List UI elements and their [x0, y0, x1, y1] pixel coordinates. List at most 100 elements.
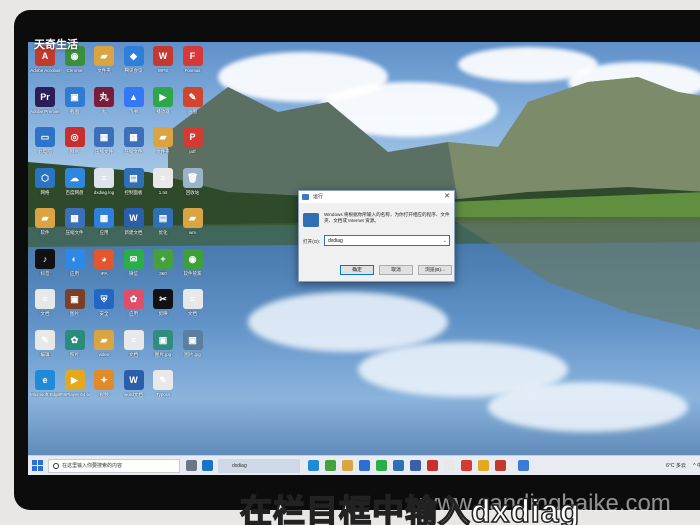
desktop-icon[interactable]: ✂ 剪映	[148, 289, 178, 329]
desktop-icon[interactable]: ▦ 压缩文件	[89, 127, 119, 167]
desktop-icon-label: 图片	[70, 311, 79, 316]
app-icon: +	[153, 248, 173, 269]
desktop-icon[interactable]: 丸丸	[89, 86, 119, 127]
desktop-icon[interactable]: ☁ 百度网盘	[60, 167, 90, 208]
desktop-icon[interactable]: ▰ 文件夹	[148, 127, 178, 167]
desktop-icon[interactable]: A Adobe Acrobat	[30, 46, 60, 86]
run-command-input[interactable]: dxdiag ⌄	[324, 235, 450, 246]
desktop-icon[interactable]: Pr Adobe Premiere	[30, 86, 60, 127]
run-description: Windows 将根据你所输入的名称，为你打开相应的程序、文件夹、文档或 Int…	[324, 212, 450, 223]
app-icon[interactable]	[478, 460, 489, 471]
app-icon: ≡	[35, 289, 55, 309]
desktop-icon[interactable]: Ppdf	[178, 127, 208, 167]
desktop-icon[interactable]: ≡ 1.txt	[148, 167, 178, 208]
app-icon: ▦	[94, 127, 114, 147]
desktop-icon[interactable]: ≡ 文档	[119, 329, 149, 370]
start-button[interactable]	[32, 460, 43, 471]
desktop-icon[interactable]: ▦ 压缩文件	[119, 127, 149, 167]
desktop-icon[interactable]: ▤ 优化	[148, 208, 178, 248]
desktop-icon[interactable]: ▶ 播放器	[148, 86, 178, 127]
app-icon: ▣	[64, 289, 85, 309]
system-tray: 6°C 多云 ^ 中	[666, 456, 700, 475]
tray-indicators[interactable]: ^ 中	[693, 463, 700, 469]
desktop-icon[interactable]: ▰ video	[89, 329, 119, 370]
desktop-icon[interactable]: ▣ 图片.jpg	[148, 329, 178, 370]
desktop-icon[interactable]: ▦ 压缩文件	[60, 208, 90, 248]
desktop-icon[interactable]: ✿ 照片	[60, 329, 90, 370]
desktop-icon[interactable]: ▭ 此电脑	[30, 127, 60, 167]
taskbar-search-box[interactable]: 在这里输入你要搜索的内容	[48, 459, 180, 473]
desktop-icon[interactable]: ◐ 应用	[60, 248, 90, 289]
ok-button[interactable]: 确定	[340, 265, 374, 275]
app-icon[interactable]	[518, 460, 529, 471]
taskbar-run-window[interactable]: dxdiag	[218, 459, 300, 473]
edge-taskbar-icon[interactable]	[202, 460, 213, 471]
desktop-icon[interactable]: ▰ 软件	[30, 208, 60, 248]
taskbar: 在这里输入你要搜索的内容 dxdiag 6°C 多云 ^ 中	[28, 455, 700, 475]
app-icon: ▦	[64, 208, 85, 228]
desktop-icon[interactable]: ⛨ 安全	[89, 289, 119, 329]
desktop-icon[interactable]: 🗑 回收站	[178, 167, 208, 208]
desktop-icon[interactable]: ▣ 截图	[60, 86, 90, 127]
app-icon[interactable]	[495, 460, 506, 471]
desktop-icon[interactable]: ▣ 图片.jpg	[178, 329, 208, 370]
app-icon[interactable]	[393, 460, 404, 471]
desktop-icon[interactable]: ♪ 抖音	[30, 248, 60, 289]
desktop-icon[interactable]: ✿ 应用	[119, 289, 149, 329]
desktop-icon-label: 播放器	[156, 108, 170, 114]
desktop-icon[interactable]: W 新建文档	[119, 208, 149, 248]
desktop-icon[interactable]: F Foxmail	[178, 46, 208, 86]
edge-icon[interactable]	[308, 460, 319, 471]
weather-label[interactable]: 6°C 多云	[666, 463, 686, 469]
desktop-icon[interactable]: ◕ IPA	[89, 248, 119, 289]
cancel-button[interactable]: 取消	[379, 265, 413, 275]
desktop-icon[interactable]: ✎ 画图	[178, 86, 208, 127]
desktop-icon[interactable]: Wword文档	[119, 370, 149, 410]
desktop-icon[interactable]: ✎ 编辑	[30, 329, 60, 370]
desktop-icon[interactable]: ◉ 软件管家	[178, 248, 208, 289]
desktop-icon[interactable]: ✉ 微信	[119, 248, 149, 289]
browser-icon[interactable]	[325, 460, 336, 471]
app-icon: 🗑	[182, 167, 203, 188]
desktop-icon[interactable]: ▰ 文件夹	[89, 46, 119, 86]
desktop-icon[interactable]: ◉ Chrome	[60, 46, 90, 86]
run-titlebar: 运行 ✕	[299, 191, 454, 203]
desktop-icon[interactable]: ≡ 文档	[178, 289, 208, 329]
desktop-icon[interactable]: W WPS	[148, 46, 178, 86]
desktop-icon[interactable]: ▶ PotPlayer 64 bit	[60, 370, 90, 410]
desktop-icon[interactable]: ▰ wm	[178, 208, 208, 248]
desktop-icon[interactable]: ✎ Typora	[148, 370, 178, 410]
desktop-icon-label: dxdiag.log	[93, 189, 115, 195]
desktop-icon[interactable]: +360	[148, 248, 178, 289]
desktop-icon-label: 抖音	[40, 270, 50, 276]
desktop-icon[interactable]: ◆ 腾讯会议	[119, 46, 149, 86]
app-icon[interactable]	[427, 460, 438, 471]
app-icon: ✿	[64, 329, 85, 350]
desktop-icon[interactable]: ✦ 视频	[89, 370, 119, 410]
wps-icon[interactable]	[461, 460, 472, 471]
task-view-icon[interactable]	[186, 460, 197, 471]
desktop-icon-label: video	[98, 351, 110, 357]
app-icon[interactable]	[444, 460, 455, 471]
chevron-down-icon[interactable]: ⌄	[443, 236, 447, 246]
app-icon: ☁	[64, 167, 85, 188]
desktop-icon[interactable]: ◎ 网易	[60, 127, 90, 167]
desktop-icon[interactable]: ≡ 文档	[30, 289, 60, 329]
browse-button[interactable]: 浏览(B)...	[418, 265, 452, 275]
desktop-icon[interactable]: ⬡ 网络	[30, 167, 60, 208]
desktop-icon-label: 图片.jpg	[154, 351, 172, 357]
app-icon: ▰	[182, 208, 203, 228]
close-icon[interactable]: ✕	[444, 191, 450, 203]
desktop-icon[interactable]: ▣ 图片	[60, 289, 90, 329]
desktop-icon[interactable]: ≡ dxdiag.log	[89, 167, 119, 208]
desktop-icon[interactable]: ▦ 应用	[89, 208, 119, 248]
desktop-icon[interactable]: ▲ 飞书	[119, 86, 149, 127]
file-explorer-icon[interactable]	[342, 460, 353, 471]
desktop-icon-label: 应用	[70, 270, 79, 276]
desktop-icon[interactable]: ▤ 控制面板	[119, 167, 149, 208]
desktop-icon[interactable]: e Microsoft Edge	[30, 370, 60, 410]
store-icon[interactable]	[359, 460, 370, 471]
wechat-icon[interactable]	[376, 460, 387, 471]
app-icon[interactable]	[410, 460, 421, 471]
desktop-icon-label: 文件夹	[97, 68, 111, 73]
